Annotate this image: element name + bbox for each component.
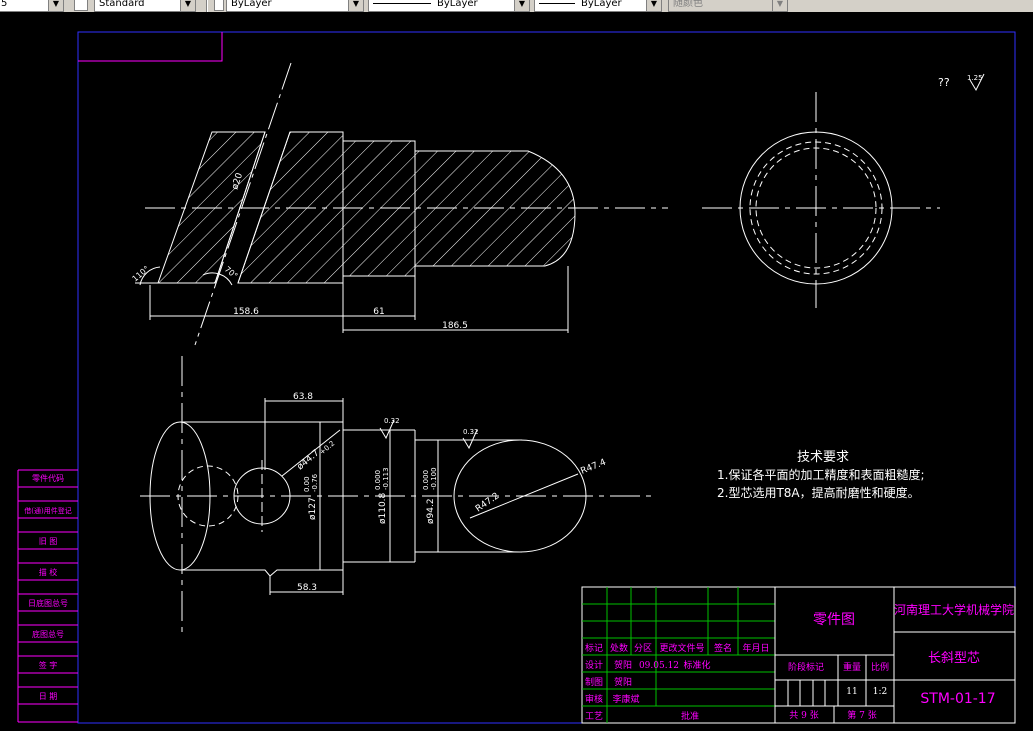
tb-header-chushu: 处数 — [610, 642, 628, 654]
dim-tol110b: -0.113 — [382, 467, 390, 490]
tb-zhitu-name: 贺阳 — [614, 676, 632, 688]
dim-186: 186.5 — [442, 321, 468, 331]
tb-shenhe-name: 李康斌 — [612, 693, 639, 705]
dim-tol94b: -0.100 — [430, 467, 438, 490]
dim-phi94: ø94.2 — [426, 498, 436, 524]
tb-header-qianming: 签名 — [714, 642, 732, 654]
tb-total-sheets: 共 9 张 — [789, 710, 818, 721]
tb-sheji-label: 设计 — [585, 659, 603, 671]
tb-part-title: 零件图 — [813, 612, 855, 628]
tb-header-gengai: 更改文件号 — [659, 642, 704, 654]
tb-sheet-no: 第 7 张 — [847, 709, 876, 721]
strip-label: 底图总号 — [32, 629, 64, 639]
dim-r47-4: R47.4 — [579, 458, 607, 477]
left-strip: 零件代码 借(通)用件登记 旧 图 描 校 日底图总号 底图总号 签 字 日 期 — [17, 469, 78, 723]
tb-gongyi-label: 工艺 — [585, 711, 603, 722]
tech-requirements: 技术要求 1.保证各平面的加工精度和表面粗糙度; 2.型芯选用T8A，提高耐磨性… — [717, 450, 925, 500]
dim-61: 61 — [373, 307, 384, 317]
tb-weight-value: 11 — [846, 687, 857, 697]
roughness-value-1: 0.32 — [384, 417, 400, 425]
strip-label: 日底图总号 — [28, 598, 68, 608]
dim-tol127b: -0.76 — [311, 473, 319, 492]
tb-shenhe-label: 审核 — [585, 693, 603, 705]
dim-tol94a: 0.000 — [422, 470, 430, 490]
bottom-view — [140, 356, 655, 632]
tech-req-line1: 1.保证各平面的加工精度和表面粗糙度; — [717, 467, 925, 482]
end-view — [702, 92, 940, 308]
tb-jieduan: 阶段标记 — [788, 661, 824, 673]
roughness-value-2: 0.32 — [463, 428, 479, 436]
strip-label: 零件代码 — [32, 473, 64, 483]
tb-sheji-name: 贺阳 — [614, 659, 632, 671]
strip-label: 签 字 — [39, 660, 58, 670]
dim-phi110: ø110.8 — [378, 492, 388, 524]
tb-header-biaoji: 标记 — [585, 642, 603, 654]
tb-scale-value: 1:2 — [873, 687, 887, 697]
strip-label: 描 校 — [39, 567, 58, 577]
tb-pizhun-label: 批准 — [681, 710, 699, 722]
tech-req-title: 技术要求 — [797, 450, 849, 465]
strip-label: 旧 图 — [39, 537, 58, 546]
dim-58-3: 58.3 — [297, 583, 317, 593]
title-corner-box — [78, 32, 223, 62]
tb-school: 河南理工大学机械学院 — [894, 602, 1014, 617]
tb-sheji-date: 09.05.12 — [639, 661, 679, 671]
dim-63-8: 63.8 — [293, 392, 313, 402]
tb-header-fenqu: 分区 — [634, 643, 652, 654]
dim-tol127a: 0.00 — [303, 476, 311, 492]
tb-drawing-no: STM-01-17 — [920, 691, 995, 707]
dim-angle-70: 70° — [223, 265, 240, 281]
tb-biaozhunhua: 标准化 — [683, 659, 710, 671]
strip-label: 日 期 — [39, 692, 58, 701]
dim-tol110a: 0.000 — [374, 470, 382, 490]
strip-label: 借(通)用件登记 — [24, 506, 71, 515]
tb-header-nianyueri: 年月日 — [742, 642, 769, 654]
tb-part-name: 长斜型芯 — [928, 651, 980, 666]
drawing-canvas[interactable]: 零件代码 借(通)用件登记 旧 图 描 校 日底图总号 底图总号 签 字 日 期 — [0, 0, 1033, 731]
dim-phi44: ø44.7 — [296, 448, 322, 472]
tech-req-line2: 2.型芯选用T8A，提高耐磨性和硬度。 — [717, 485, 920, 500]
top-section-view — [135, 62, 668, 346]
tb-bili: 比例 — [871, 661, 889, 673]
dim-tol44: +0.2 — [318, 439, 336, 456]
tb-zhitu-label: 制图 — [585, 676, 603, 688]
unknown-symbol: ?? — [938, 76, 950, 89]
tb-zhongliang: 重量 — [843, 661, 861, 673]
dim-phi127: ø127 — [308, 497, 318, 520]
dim-158: 158.6 — [233, 307, 259, 317]
